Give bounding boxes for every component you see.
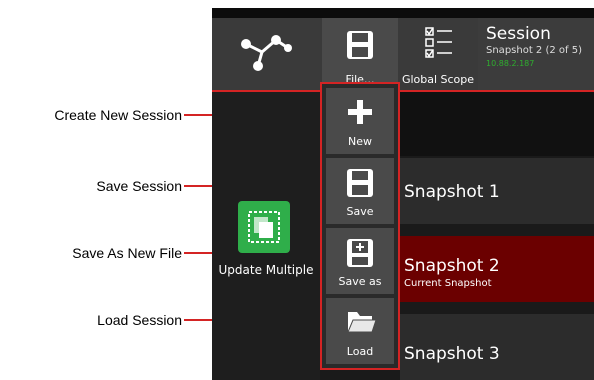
save-label: Save: [346, 205, 374, 218]
plus-icon: [348, 100, 372, 124]
current-snapshot-badge: Current Snapshot: [404, 278, 492, 289]
copy-stack-icon: [248, 211, 280, 243]
callout-create-new-session: Create New Session: [54, 107, 182, 123]
save-as-button[interactable]: Save as: [326, 228, 394, 294]
top-strip: [212, 8, 594, 18]
session-subtitle: Snapshot 2 (2 of 5): [486, 45, 582, 56]
checklist-icon: [425, 27, 452, 58]
snapshot-row[interactable]: Snapshot 1: [400, 158, 594, 224]
floppy-disk-icon: [347, 31, 373, 59]
network-button[interactable]: [212, 18, 320, 90]
new-session-button[interactable]: New: [326, 88, 394, 154]
app-window: File... Global Scope Session Snapshot 2 …: [212, 8, 594, 380]
update-multiple-button[interactable]: [238, 201, 290, 253]
network-icon: [241, 35, 292, 71]
global-scope-button[interactable]: Global Scope: [400, 18, 476, 90]
new-label: New: [348, 135, 372, 148]
save-session-button[interactable]: Save: [326, 158, 394, 224]
left-panel: Update Multiple: [212, 92, 320, 380]
snapshot-name: Snapshot 1: [404, 182, 500, 202]
toolbar: File... Global Scope Session Snapshot 2 …: [212, 18, 594, 90]
file-menu-button[interactable]: File...: [322, 18, 398, 90]
snapshot-list-header: [400, 92, 594, 156]
load-label: Load: [346, 345, 374, 358]
floppy-disk-icon: [347, 169, 373, 197]
snapshot-name: Snapshot 2: [404, 256, 500, 276]
callout-load-session: Load Session: [97, 312, 182, 328]
session-info[interactable]: Session Snapshot 2 (2 of 5) 10.88.2.187: [478, 18, 594, 90]
folder-open-icon: [347, 312, 376, 333]
snapshot-name: Snapshot 3: [404, 344, 500, 364]
update-multiple-label: Update Multiple: [218, 263, 314, 277]
file-dropdown-menu: New Save Save as Load: [320, 82, 400, 370]
snapshot-row[interactable]: Snapshot 3: [400, 314, 594, 380]
session-ip-address: 10.88.2.187: [486, 59, 535, 68]
callout-save-session: Save Session: [96, 178, 182, 194]
snapshot-row-current[interactable]: Snapshot 2 Current Snapshot: [400, 236, 594, 302]
save-as-label: Save as: [338, 275, 382, 288]
session-title: Session: [486, 24, 551, 44]
global-scope-label: Global Scope: [401, 73, 475, 86]
floppy-plus-icon: [347, 239, 373, 267]
callout-save-as-new-file: Save As New File: [72, 245, 182, 261]
load-session-button[interactable]: Load: [326, 298, 394, 364]
